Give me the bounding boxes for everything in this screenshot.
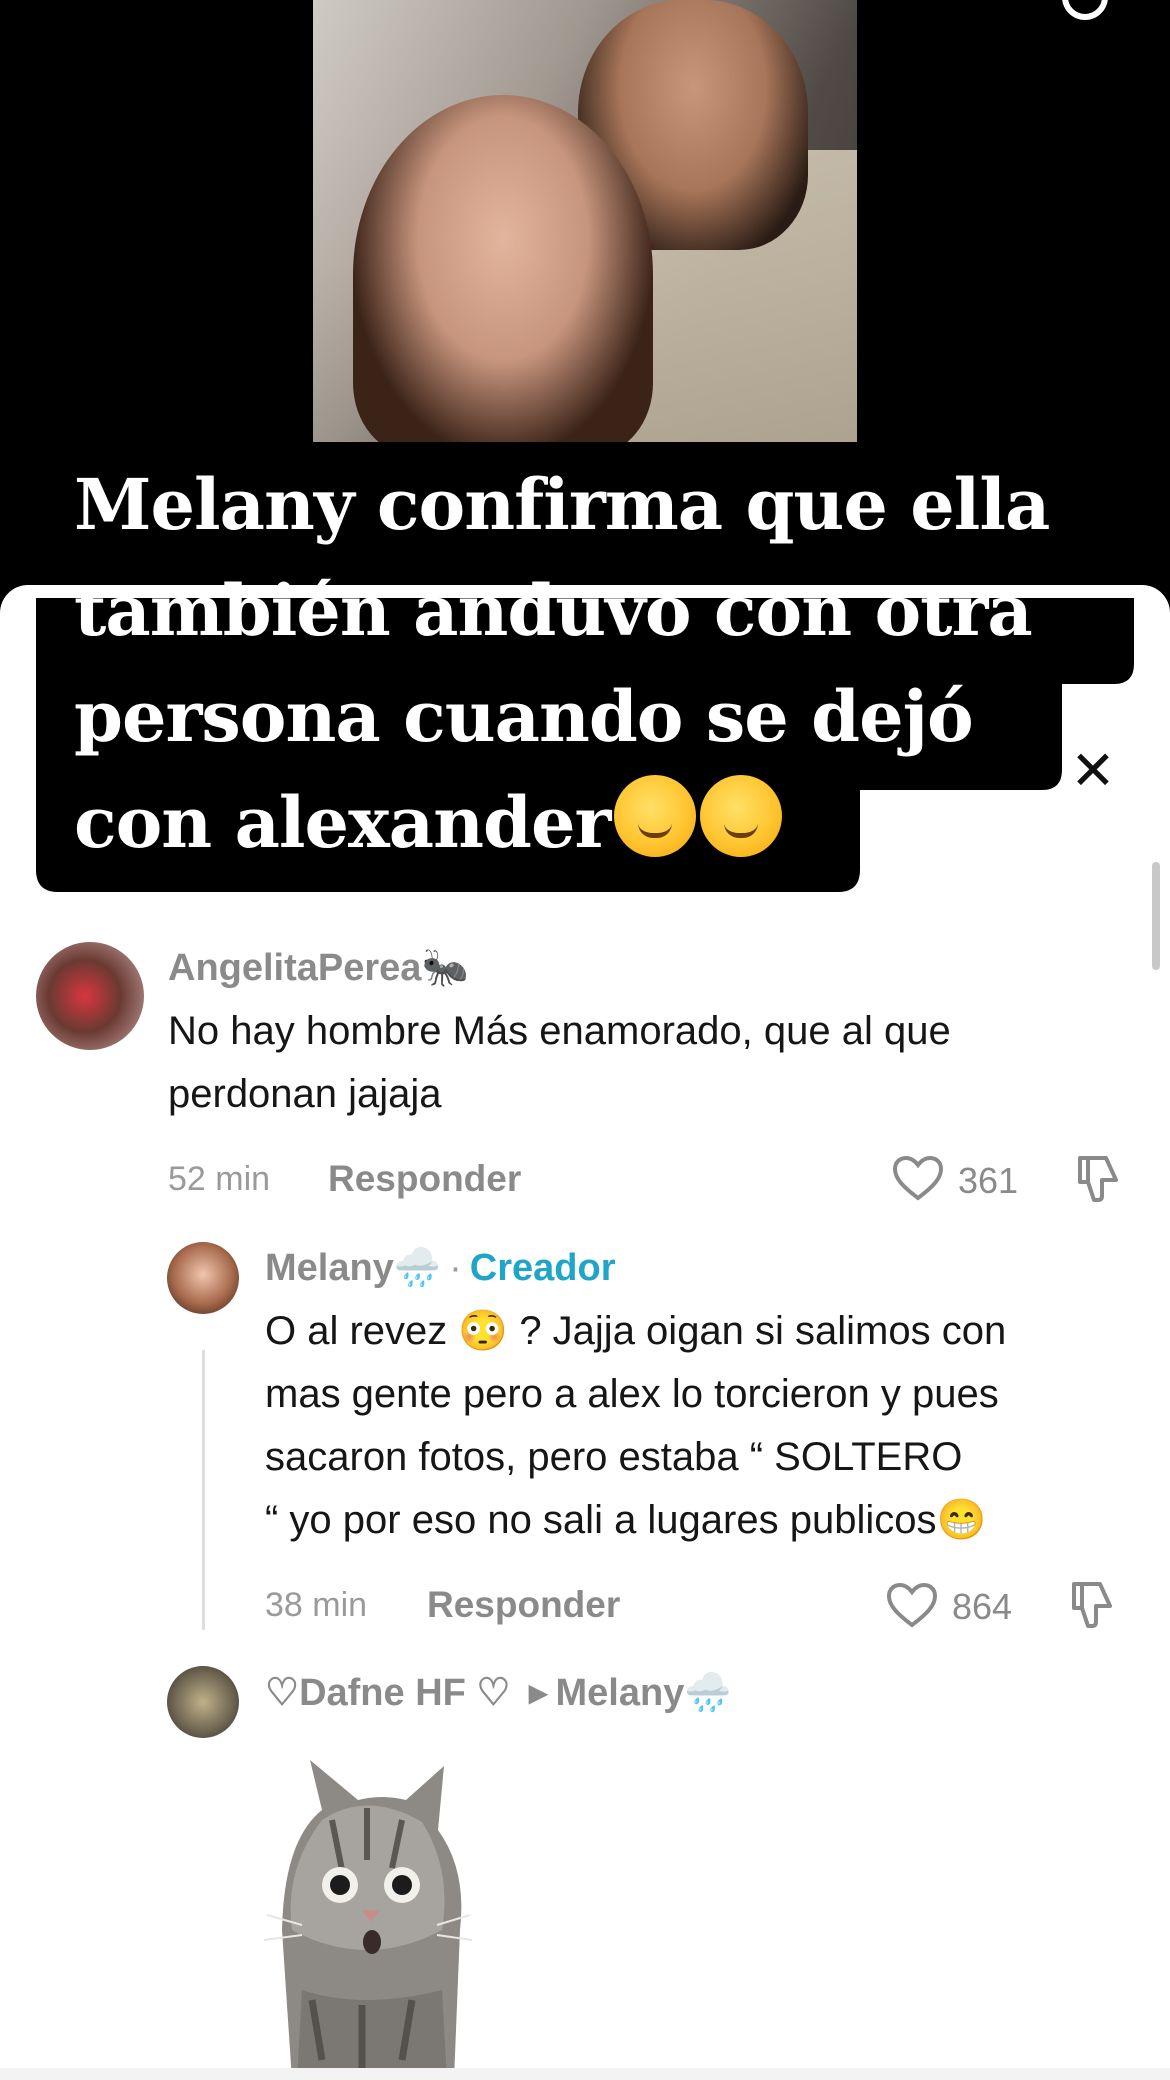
- bottom-edge: [0, 2068, 1170, 2080]
- comment-username-row: ♡Dafne HF ♡ ▶ Melany🌧️: [265, 1670, 732, 1715]
- reply-button[interactable]: Responder: [427, 1584, 620, 1626]
- comment-text-line: No hay hombre Más enamorado, que al que: [168, 1009, 951, 1053]
- caption-line-2: también anduvo con otra: [74, 569, 1033, 652]
- comment-username[interactable]: Melany🌧️: [265, 1247, 441, 1289]
- upside-down-face-emoji: [614, 775, 697, 857]
- shocked-cat-sticker[interactable]: [262, 1760, 472, 2080]
- avatar[interactable]: [167, 1666, 239, 1738]
- heart-icon[interactable]: [892, 1155, 944, 1201]
- relieved-face-emoji: [700, 775, 783, 857]
- comment-text-line: perdonan jajaja: [168, 1072, 442, 1116]
- comment-text: No hay hombre Más enamorado, que al que …: [168, 1000, 951, 1126]
- reply-to-username[interactable]: Melany🌧️: [556, 1672, 732, 1714]
- comment-text-line: sacaron fotos, pero estaba “ SOLTERO: [265, 1435, 963, 1479]
- caption-line-4: con alexander: [74, 770, 1049, 876]
- comment-username-row: Melany🌧️ · Creador: [265, 1246, 616, 1290]
- thread-line: [202, 1350, 205, 1630]
- creator-badge: Creador: [469, 1247, 616, 1289]
- like-count: 864: [952, 1586, 1013, 1627]
- scrollbar[interactable]: [1152, 862, 1160, 970]
- comment-time: 38 min: [265, 1586, 368, 1624]
- avatar[interactable]: [167, 1242, 239, 1314]
- comment-time: 52 min: [168, 1160, 271, 1198]
- close-icon[interactable]: ✕: [1070, 744, 1116, 798]
- heart-icon[interactable]: [886, 1582, 938, 1628]
- comment-username[interactable]: ♡Dafne HF ♡: [265, 1672, 510, 1714]
- comment-text-line: mas gente pero a alex lo torcieron y pue…: [265, 1372, 999, 1416]
- reply-button[interactable]: Responder: [328, 1158, 521, 1200]
- video-caption: Melany confirma que ella también anduvo …: [74, 452, 1050, 876]
- caption-line-1: Melany confirma que ella: [74, 463, 1050, 546]
- reply-arrow-icon: ▶: [529, 1680, 548, 1707]
- caption-line-3: persona cuando se dejó: [74, 675, 974, 758]
- comment-username[interactable]: AngelitaPerea🐜: [168, 946, 469, 990]
- comment-text-line: O al revez 😳 ? Jajja oigan si salimos co…: [265, 1309, 1007, 1353]
- like-count: 361: [958, 1160, 1019, 1201]
- dislike-icon[interactable]: [1066, 1578, 1118, 1630]
- separator-dot: ·: [449, 1247, 462, 1289]
- comment-text: O al revez 😳 ? Jajja oigan si salimos co…: [265, 1300, 1006, 1552]
- comment-text-line: “ yo por eso no sali a lugares publicos😁: [265, 1498, 987, 1542]
- dislike-icon[interactable]: [1072, 1152, 1124, 1204]
- avatar[interactable]: [36, 942, 144, 1050]
- caption-line-4-text: con alexander: [74, 781, 611, 864]
